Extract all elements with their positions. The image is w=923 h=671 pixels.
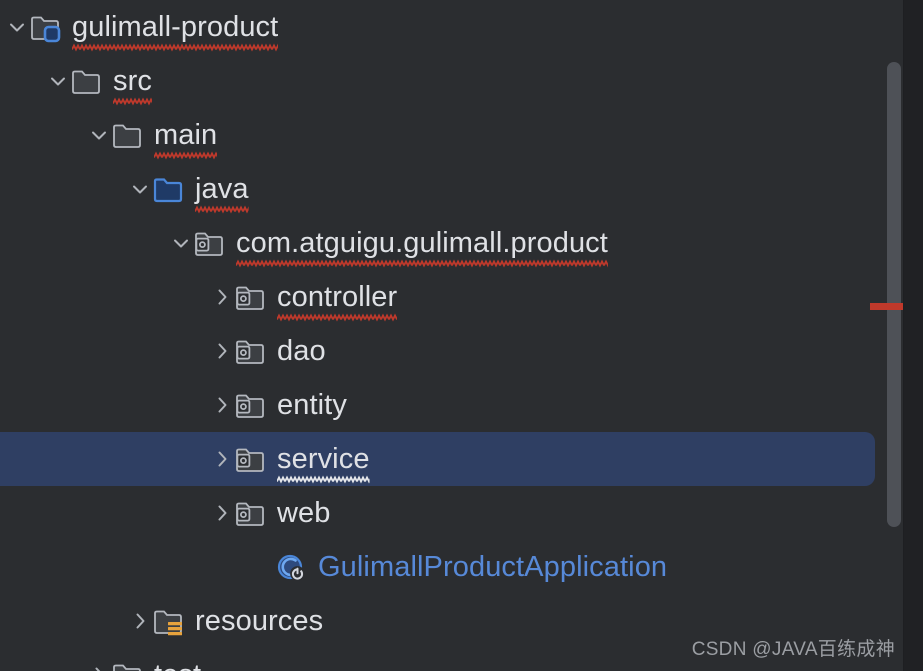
chevron-down-icon[interactable]: [127, 176, 153, 202]
chevron-down-icon[interactable]: [45, 68, 71, 94]
tree-node-label: test: [154, 659, 201, 671]
chevron-right-icon[interactable]: [209, 392, 235, 418]
spellcheck-wavy-underline: [236, 259, 608, 268]
spring-boot-run-class-icon: [276, 551, 310, 583]
csdn-watermark: CSDN @JAVA百练成神: [691, 639, 895, 660]
vertical-scrollbar-track[interactable]: [883, 0, 903, 671]
right-gutter: [903, 0, 923, 671]
tree-row[interactable]: GulimallProductApplication: [0, 540, 903, 594]
vertical-scrollbar-thumb[interactable]: [887, 62, 901, 527]
twisty-placeholder: [250, 554, 276, 580]
tree-node-label: resources: [195, 605, 324, 637]
tree-row[interactable]: web: [0, 486, 903, 540]
tree-row[interactable]: com.atguigu.gulimall.product: [0, 216, 903, 270]
tree-row[interactable]: controller: [0, 270, 903, 324]
chevron-down-icon[interactable]: [168, 230, 194, 256]
package-icon: [235, 497, 269, 529]
tree-node-label: entity: [277, 389, 347, 421]
tree-node-label: dao: [277, 335, 326, 367]
spellcheck-wavy-underline: [195, 205, 249, 214]
package-icon: [235, 443, 269, 475]
folder-icon: [112, 119, 146, 151]
spellcheck-wavy-underline: [113, 97, 152, 106]
chevron-right-icon[interactable]: [209, 500, 235, 526]
tree-row[interactable]: src: [0, 54, 903, 108]
tree-node-label: controller: [277, 281, 398, 322]
tree-row[interactable]: service: [0, 432, 903, 486]
tree-node-label: service: [277, 443, 370, 484]
chevron-down-icon[interactable]: [4, 14, 30, 40]
tree-node-label: GulimallProductApplication: [318, 551, 668, 583]
chevron-down-icon[interactable]: [86, 122, 112, 148]
tree-row[interactable]: main: [0, 108, 903, 162]
panel-divider: [903, 0, 904, 671]
package-icon: [235, 335, 269, 367]
error-stripe-marker[interactable]: [870, 303, 905, 310]
package-icon: [235, 389, 269, 421]
chevron-right-icon[interactable]: [86, 662, 112, 671]
package-icon: [235, 281, 269, 313]
source-root-folder-icon: [153, 173, 187, 205]
tree-row[interactable]: gulimall-product: [0, 0, 903, 54]
tree-node-label: com.atguigu.gulimall.product: [236, 227, 608, 268]
tree-node-label: gulimall-product: [72, 11, 279, 52]
tree-row[interactable]: entity: [0, 378, 903, 432]
tree-row[interactable]: java: [0, 162, 903, 216]
chevron-right-icon[interactable]: [209, 446, 235, 472]
chevron-right-icon[interactable]: [127, 608, 153, 634]
spellcheck-wavy-underline: [277, 313, 398, 322]
tree-node-label: main: [154, 119, 218, 160]
tree-node-label: web: [277, 497, 331, 529]
chevron-right-icon[interactable]: [209, 338, 235, 364]
folder-icon: [71, 65, 105, 97]
package-icon: [194, 227, 228, 259]
tree-row[interactable]: dao: [0, 324, 903, 378]
spellcheck-wavy-underline: [72, 43, 279, 52]
spellcheck-wavy-underline: [154, 151, 218, 160]
spellcheck-wavy-underline: [277, 475, 370, 484]
tree-node-label: java: [195, 173, 249, 214]
folder-icon: [112, 659, 146, 671]
tree-node-label: src: [113, 65, 152, 106]
project-tool-window[interactable]: gulimall-product src main java com.atguigu.g…: [0, 0, 903, 671]
resource-root-folder-icon: [153, 605, 187, 637]
module-folder-icon: [30, 11, 64, 43]
chevron-right-icon[interactable]: [209, 284, 235, 310]
